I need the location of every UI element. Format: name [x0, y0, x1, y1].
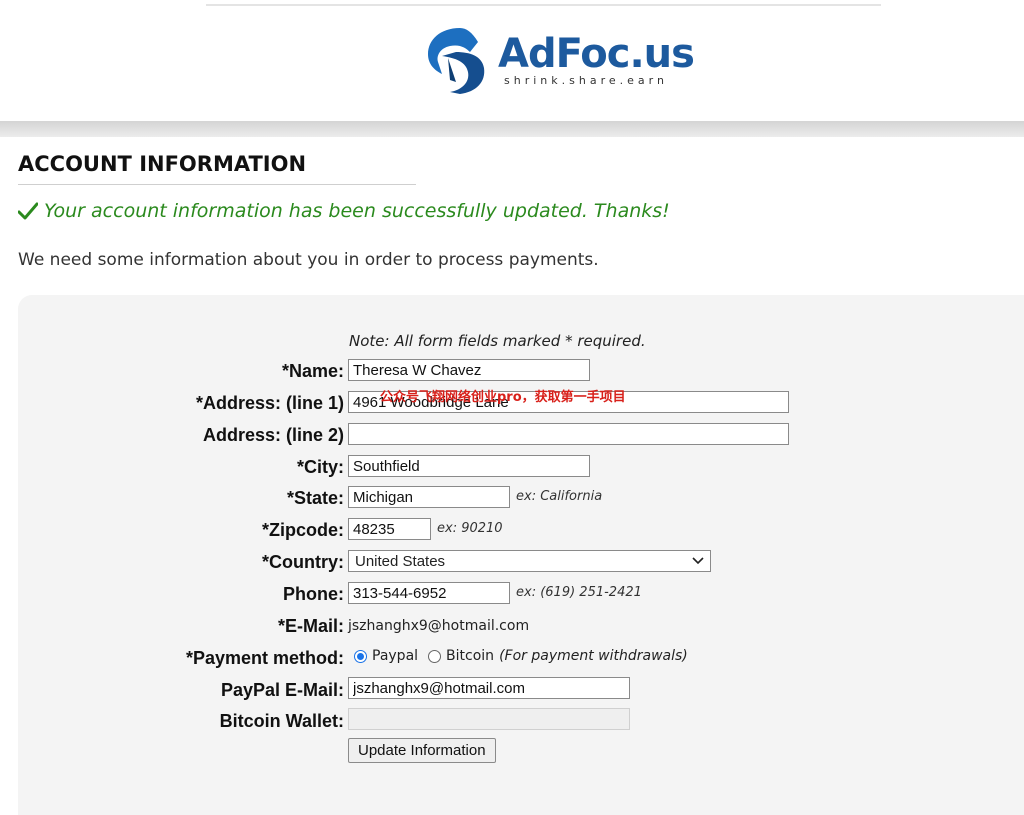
zipcode-label: *Zipcode: — [261, 520, 344, 540]
state-hint: ex: California — [516, 489, 603, 504]
bitcoin-radio-label[interactable]: Bitcoin — [446, 648, 494, 664]
top-divider — [206, 4, 881, 6]
logo-wordmark: AdFoc.us — [498, 31, 695, 77]
checkmark-icon — [18, 202, 38, 220]
success-message: Your account information has been succes… — [18, 200, 670, 222]
phone-label: Phone: — [283, 584, 344, 604]
state-input[interactable] — [348, 486, 510, 508]
address1-label: *Address: (line 1) — [195, 393, 344, 413]
chevron-down-icon — [692, 557, 704, 565]
address2-input[interactable] — [348, 423, 789, 445]
email-value: jszhanghx9@hotmail.com — [348, 618, 530, 634]
address2-label: Address: (line 2) — [202, 425, 344, 445]
intro-text: We need some information about you in or… — [18, 250, 599, 270]
city-label: *City: — [296, 457, 344, 477]
required-note: Note: All form fields marked * required. — [349, 332, 646, 350]
name-input[interactable] — [348, 359, 590, 381]
logo-tagline: shrink.share.earn — [504, 74, 668, 87]
bitcoin-wallet-input — [348, 708, 630, 730]
adfocus-logo[interactable]: AdFoc.us shrink.share.earn — [420, 22, 695, 102]
paypal-radio[interactable] — [354, 649, 367, 663]
phone-input[interactable] — [348, 582, 510, 604]
zipcode-input[interactable] — [348, 518, 431, 540]
title-divider — [18, 184, 416, 185]
state-label: *State: — [286, 488, 344, 508]
adfocus-logo-icon — [428, 28, 485, 94]
success-text: Your account information has been succes… — [44, 200, 670, 222]
country-label: *Country: — [262, 552, 344, 572]
country-select[interactable]: United States — [348, 550, 711, 572]
paypal-email-label: PayPal E-Mail: — [220, 680, 344, 700]
paypal-radio-label[interactable]: Paypal — [372, 648, 418, 664]
email-label: *E-Mail: — [277, 616, 344, 636]
paypal-email-input[interactable] — [348, 677, 630, 699]
city-input[interactable] — [348, 455, 590, 477]
header-bar — [0, 121, 1024, 137]
zipcode-hint: ex: 90210 — [437, 521, 503, 536]
phone-hint: ex: (619) 251-2421 — [516, 585, 642, 600]
watermark-text: 公众号飞翔网络创业pro，获取第一手项目 — [380, 390, 626, 405]
payment-method-options: Paypal Bitcoin (For payment withdrawals) — [354, 648, 688, 664]
name-label: *Name: — [281, 361, 344, 381]
payment-method-label: *Payment method: — [185, 648, 344, 668]
bitcoin-wallet-label: Bitcoin Wallet: — [219, 711, 344, 731]
update-information-button[interactable]: Update Information — [348, 738, 496, 763]
page-title: ACCOUNT INFORMATION — [18, 152, 307, 176]
payment-method-note: (For payment withdrawals) — [499, 648, 688, 664]
country-selected-value: United States — [355, 552, 446, 570]
bitcoin-radio[interactable] — [428, 649, 442, 663]
